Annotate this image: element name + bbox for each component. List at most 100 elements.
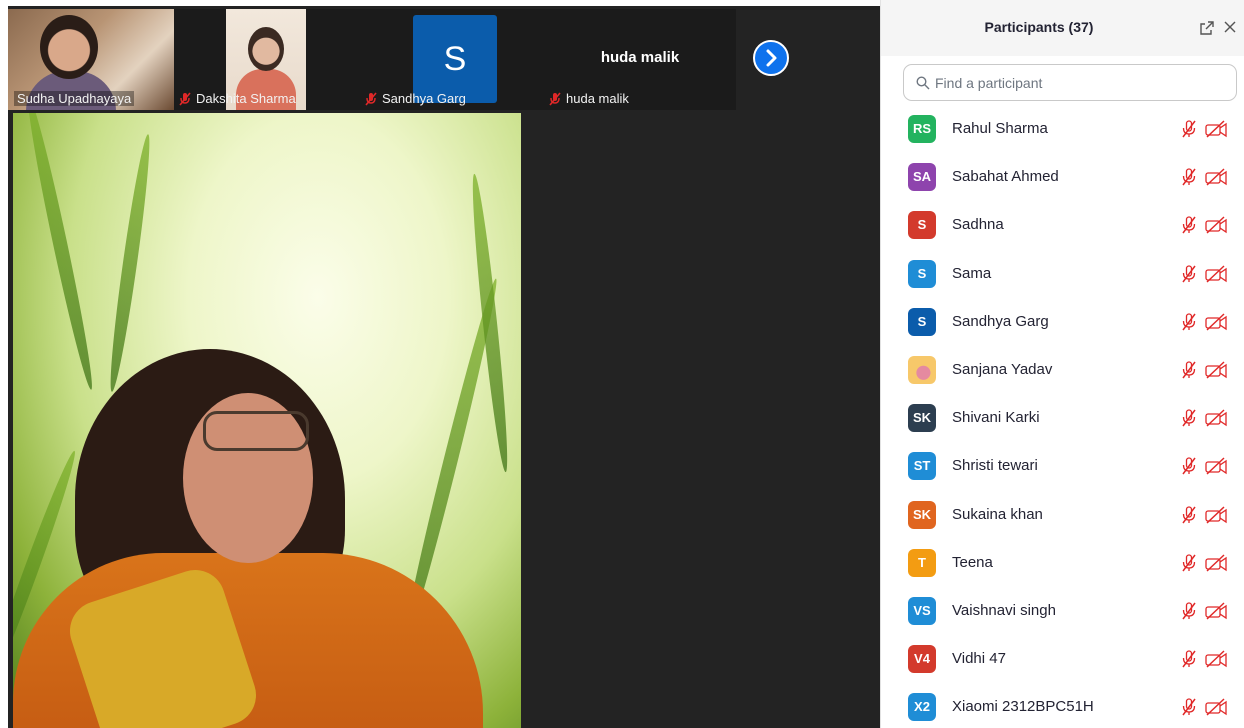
participant-name: Sandhya Garg — [952, 312, 1049, 330]
participant-avatar — [908, 356, 936, 384]
video-off-icon[interactable] — [1204, 649, 1228, 669]
search-icon — [916, 76, 930, 90]
participant-avatar: S — [908, 307, 936, 336]
participant-name: Sandhya Garg — [382, 91, 466, 106]
mic-muted-icon[interactable] — [1179, 601, 1199, 621]
video-thumbnail[interactable]: huda malik huda malik — [544, 9, 736, 110]
mic-muted-icon[interactable] — [1179, 264, 1199, 284]
participant-name: Sadhna — [952, 216, 1004, 234]
participant-avatar: RS — [908, 115, 936, 143]
video-off-icon[interactable] — [1204, 456, 1228, 476]
participant-avatar: S — [908, 211, 936, 240]
participant-name: Teena — [952, 553, 993, 571]
video-off-icon[interactable] — [1204, 408, 1228, 428]
participant-row[interactable]: SA Sabahat Ahmed — [881, 152, 1244, 200]
meeting-area: Sudha Upadhayaya Dakshita Sharma S Sandh… — [0, 0, 880, 728]
search-input[interactable] — [935, 71, 1225, 95]
participant-row[interactable]: S Sadhna — [881, 200, 1244, 248]
close-icon[interactable] — [1222, 19, 1238, 35]
mic-muted-icon[interactable] — [1179, 553, 1199, 573]
search-box[interactable] — [903, 64, 1237, 101]
participant-row[interactable]: S Sandhya Garg — [881, 297, 1244, 345]
thumbnail-label: Dakshita Sharma — [178, 91, 296, 106]
video-off-icon[interactable] — [1204, 264, 1228, 284]
video-thumbnail[interactable]: Sudha Upadhayaya — [8, 9, 174, 110]
video-off-icon[interactable] — [1204, 553, 1228, 573]
mic-muted-icon[interactable] — [1179, 360, 1199, 380]
thumbnail-label: Sandhya Garg — [364, 91, 466, 106]
participant-name: Sudha Upadhayaya — [17, 91, 132, 106]
participant-avatar: S — [908, 259, 936, 288]
thumbnail-label: Sudha Upadhayaya — [14, 91, 135, 106]
participant-avatar: SA — [908, 163, 936, 192]
active-speaker-video[interactable] — [13, 113, 521, 728]
speaker-glasses — [203, 411, 309, 451]
video-off-icon[interactable] — [1204, 601, 1228, 621]
participant-video-face — [248, 27, 284, 71]
participant-display-name: huda malik — [600, 49, 680, 66]
participant-video-face — [40, 15, 98, 79]
mic-muted-icon[interactable] — [1179, 215, 1199, 235]
mic-muted-icon[interactable] — [1179, 119, 1199, 139]
participant-avatar: ST — [908, 452, 936, 481]
video-off-icon[interactable] — [1204, 505, 1228, 525]
participant-avatar: V4 — [908, 645, 936, 674]
video-off-icon[interactable] — [1204, 312, 1228, 332]
mic-muted-icon — [179, 91, 191, 106]
background-grass — [21, 113, 99, 392]
next-page-button[interactable] — [753, 40, 789, 76]
participant-avatar: S — [413, 15, 497, 103]
video-off-icon[interactable] — [1204, 119, 1228, 139]
participant-name: Shristi tewari — [952, 457, 1038, 475]
participant-name: Xiaomi 2312BPC51H — [952, 698, 1094, 716]
panel-header: Participants (37) — [881, 0, 1244, 56]
video-off-icon[interactable] — [1204, 167, 1228, 187]
participant-row[interactable]: RS Rahul Sharma — [881, 104, 1244, 152]
participant-list: RS Rahul Sharma SA Sabahat Ahmed S Sadhna S Sam… — [881, 104, 1244, 728]
participant-row[interactable]: SK Shivani Karki — [881, 393, 1244, 441]
video-thumbnail[interactable]: S Sandhya Garg — [360, 9, 544, 110]
mic-muted-icon — [365, 91, 377, 106]
participant-name: Sanjana Yadav — [952, 361, 1053, 378]
participants-panel: Participants (37) RS Rahul Sharma SA Sabaha… — [880, 0, 1244, 728]
background-grass — [467, 173, 513, 473]
participant-row[interactable]: VS Vaishnavi singh — [881, 586, 1244, 634]
participant-avatar: X2 — [908, 693, 936, 722]
mic-muted-icon[interactable] — [1179, 456, 1199, 476]
mic-muted-icon[interactable] — [1179, 167, 1199, 187]
participant-name: Shivani Karki — [952, 409, 1040, 427]
participant-avatar: SK — [908, 500, 936, 529]
participant-name: Vidhi 47 — [952, 650, 1006, 668]
participant-name: Vaishnavi singh — [952, 602, 1056, 619]
video-off-icon[interactable] — [1204, 360, 1228, 380]
participant-row[interactable]: T Teena — [881, 538, 1244, 586]
popout-icon[interactable] — [1199, 20, 1215, 36]
mic-muted-icon[interactable] — [1179, 505, 1199, 525]
video-off-icon[interactable] — [1204, 697, 1228, 717]
mic-muted-icon[interactable] — [1179, 649, 1199, 669]
mic-muted-icon[interactable] — [1179, 312, 1199, 332]
participant-row[interactable]: V4 Vidhi 47 — [881, 634, 1244, 682]
participant-row[interactable]: ST Shristi tewari — [881, 441, 1244, 489]
participant-name: Sabahat Ahmed — [952, 168, 1059, 186]
participant-row[interactable]: SK Sukaina khan — [881, 490, 1244, 538]
participant-row[interactable]: X2 Xiaomi 2312BPC51H — [881, 682, 1244, 728]
video-off-icon[interactable] — [1204, 215, 1228, 235]
participant-row[interactable]: S Sama — [881, 249, 1244, 297]
participant-row[interactable]: Sanjana Yadav — [881, 345, 1244, 393]
mic-muted-icon[interactable] — [1179, 408, 1199, 428]
participant-avatar: VS — [908, 597, 936, 625]
participant-name: Dakshita Sharma — [196, 91, 296, 106]
video-thumbnail[interactable]: Dakshita Sharma — [174, 9, 360, 110]
participant-avatar: T — [908, 548, 936, 577]
panel-title: Participants (37) — [984, 19, 1094, 35]
thumbnail-label: huda malik — [548, 91, 629, 106]
participant-name: Sukaina khan — [952, 505, 1043, 523]
background-grass — [104, 133, 156, 393]
participant-name: Rahul Sharma — [952, 120, 1048, 137]
chevron-right-icon — [766, 49, 777, 67]
participant-avatar: SK — [908, 404, 936, 433]
mic-muted-icon[interactable] — [1179, 697, 1199, 717]
participant-name: Sama — [952, 264, 992, 282]
mic-muted-icon — [549, 91, 561, 106]
